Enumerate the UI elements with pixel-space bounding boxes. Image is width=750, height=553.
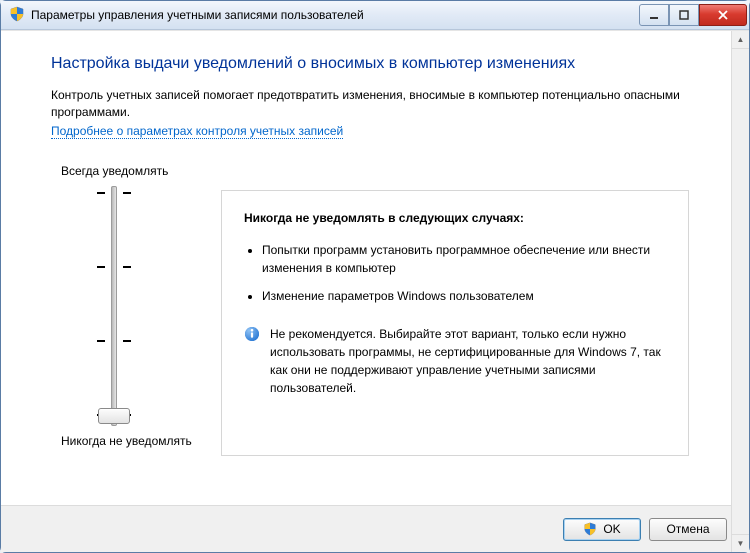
ok-button-label: OK (603, 522, 620, 536)
cancel-button-label: Отмена (666, 522, 709, 536)
info-icon (244, 326, 260, 342)
window-controls (639, 4, 747, 26)
window-title: Параметры управления учетными записями п… (31, 8, 639, 22)
slider-label-never: Никогда не уведомлять (61, 434, 221, 448)
notification-level-slider[interactable] (101, 186, 221, 426)
button-bar: OK Отмена (1, 505, 749, 552)
slider-thumb[interactable] (98, 408, 130, 424)
close-button[interactable] (699, 4, 747, 26)
content-panel: Настройка выдачи уведомлений о вносимых … (1, 31, 749, 505)
uac-shield-icon (583, 522, 597, 536)
slider-tick (97, 192, 131, 194)
uac-settings-window: Параметры управления учетными записями п… (0, 0, 750, 553)
vertical-scrollbar[interactable]: ▲ ▼ (731, 31, 749, 552)
recommendation-row: Не рекомендуется. Выбирайте этот вариант… (244, 325, 668, 397)
minimize-button[interactable] (639, 4, 669, 26)
slider-tick (97, 340, 131, 342)
slider-section: Всегда уведомлять Никогда не уведомлять … (51, 164, 689, 456)
level-description-box: Никогда не уведомлять в следующих случая… (221, 190, 689, 456)
description-heading: Никогда не уведомлять в следующих случая… (244, 209, 668, 227)
slider-tick (97, 266, 131, 268)
slider-label-always: Всегда уведомлять (61, 164, 221, 178)
cancel-button[interactable]: Отмена (649, 518, 727, 541)
intro-text: Контроль учетных записей помогает предот… (51, 87, 689, 122)
slider-track (111, 186, 117, 426)
titlebar[interactable]: Параметры управления учетными записями п… (1, 1, 749, 30)
slider-column: Всегда уведомлять Никогда не уведомлять (51, 164, 221, 456)
ok-button[interactable]: OK (563, 518, 641, 541)
help-link[interactable]: Подробнее о параметрах контроля учетных … (51, 124, 343, 139)
client-area: ▲ ▼ Настройка выдачи уведомлений о вноси… (1, 30, 749, 552)
scroll-down-arrow-icon[interactable]: ▼ (732, 534, 749, 552)
description-list: Попытки программ установить программное … (244, 241, 668, 305)
scroll-up-arrow-icon[interactable]: ▲ (732, 31, 749, 49)
recommendation-text: Не рекомендуется. Выбирайте этот вариант… (270, 325, 668, 397)
description-bullet: Изменение параметров Windows пользовател… (262, 287, 668, 305)
description-bullet: Попытки программ установить программное … (262, 241, 668, 277)
page-heading: Настройка выдачи уведомлений о вносимых … (51, 55, 689, 73)
maximize-button[interactable] (669, 4, 699, 26)
uac-shield-icon (9, 6, 25, 25)
